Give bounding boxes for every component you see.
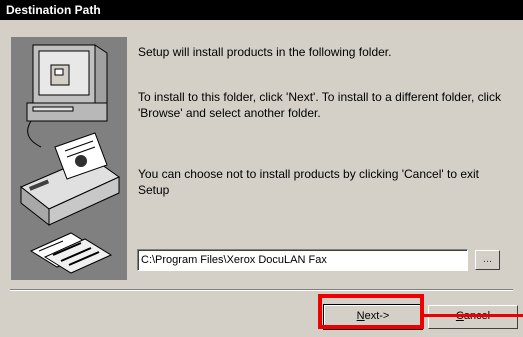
highlight-pointer-line (423, 314, 523, 317)
browse-instruction-message: To install to this folder, click 'Next'.… (138, 90, 501, 120)
cancel-button[interactable]: Cancel (428, 305, 518, 329)
setup-dialog: Destination Path Setup will install prod… (0, 0, 523, 337)
dialog-title: Destination Path (0, 0, 523, 20)
next-button-highlight (318, 294, 424, 329)
documents-icon (29, 232, 113, 274)
cancel-instruction-message: You can choose not to install products b… (138, 167, 479, 197)
setup-illustration (11, 37, 127, 280)
destination-path-field[interactable]: C:\Program Files\Xerox DocuLAN Fax (137, 249, 468, 271)
printer-icon (20, 132, 120, 227)
button-separator (10, 289, 513, 291)
install-folder-message: Setup will install products in the follo… (138, 45, 392, 59)
computer-icon (26, 44, 108, 148)
browse-button[interactable]: ... (475, 250, 500, 270)
